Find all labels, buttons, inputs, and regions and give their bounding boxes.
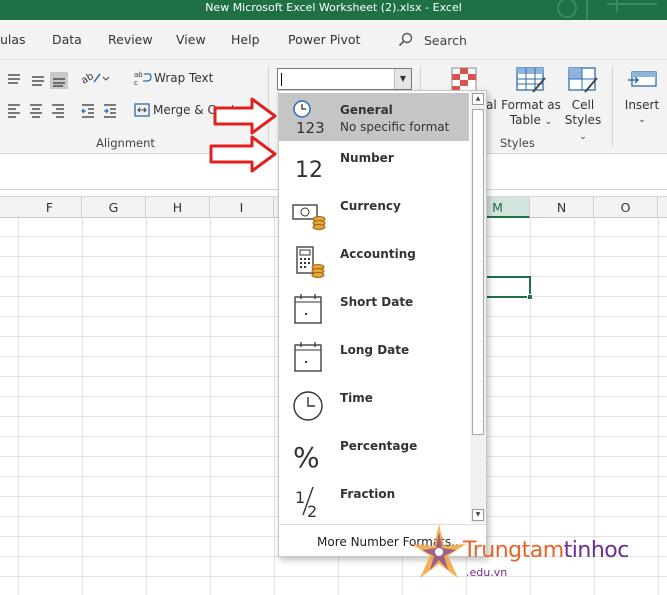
insert-button[interactable]: Insert ⌄ <box>622 66 662 128</box>
format-option-label: Accounting <box>340 247 416 261</box>
format-option-number[interactable]: 12 Number <box>279 141 469 189</box>
format-option-label: Fraction <box>340 487 396 501</box>
alignment-group-label: Alignment <box>96 136 155 150</box>
format-option-short-date[interactable]: Short Date <box>279 285 469 333</box>
calendar-icon <box>294 294 322 324</box>
svg-text:1: 1 <box>295 488 305 507</box>
format-option-label: General <box>340 103 393 117</box>
watermark-brand: Trungtamtinhoc <box>463 538 629 563</box>
format-option-accounting[interactable]: Accounting <box>279 237 469 285</box>
orientation-button[interactable]: ab <box>80 68 110 86</box>
format-option-label: Percentage <box>340 439 418 453</box>
fill-handle[interactable] <box>527 294 533 300</box>
tab-help[interactable]: Help <box>231 32 260 47</box>
scroll-up-icon[interactable]: ▲ <box>472 93 484 105</box>
watermark-brand-a: Trungtam <box>463 538 564 563</box>
scrollbar-thumb[interactable] <box>472 109 484 435</box>
column-header-n[interactable]: N <box>530 197 594 218</box>
red-arrow-icon <box>213 97 277 135</box>
chevron-down-icon: ⌄ <box>579 132 587 142</box>
format-option-label: Long Date <box>340 343 410 357</box>
tab-view[interactable]: View <box>176 32 206 47</box>
general-icon-text: 123 <box>296 119 325 135</box>
format-option-percentage[interactable]: % Percentage <box>279 429 469 477</box>
accounting-icon <box>296 246 325 278</box>
format-option-fraction[interactable]: 1 2 Fraction <box>279 477 469 523</box>
insert-label: Insert <box>624 98 660 112</box>
number-format-dropdown: 123 General No specific format 12 Number… <box>278 90 487 557</box>
tab-data[interactable]: Data <box>52 32 82 47</box>
title-bar: New Microsoft Excel Worksheet (2).xlsx -… <box>0 0 667 20</box>
column-header-o[interactable]: O <box>594 197 658 218</box>
cell-styles-button[interactable]: Cell Styles ⌄ <box>560 66 606 145</box>
wrap-text-button[interactable]: ab c Wrap Text <box>134 70 213 86</box>
number-icon-text: 12 <box>295 158 323 183</box>
column-header-g[interactable]: G <box>82 197 146 218</box>
format-option-label: Number <box>340 151 394 165</box>
red-arrow-icon <box>209 135 277 173</box>
insert-cells-icon <box>628 71 657 87</box>
horizontal-align-buttons[interactable] <box>6 100 118 120</box>
calendar-icon <box>294 342 322 372</box>
svg-text:ab: ab <box>134 71 143 79</box>
clock-123-icon: 123 <box>293 100 325 135</box>
number-format-dropdown-button[interactable]: ▼ <box>394 69 411 89</box>
tell-me-search[interactable]: Search <box>398 32 467 48</box>
format-option-label: Time <box>340 391 373 405</box>
svg-text:2: 2 <box>307 502 317 519</box>
wrap-text-label: Wrap Text <box>154 71 214 85</box>
column-header-f[interactable]: F <box>18 197 82 218</box>
wrap-text-icon: ab c <box>134 71 152 86</box>
text-cursor <box>281 73 282 86</box>
dropdown-scrollbar[interactable]: ▲ ▼ <box>470 91 486 523</box>
format-as-table-label-2: Table <box>509 113 541 127</box>
title-bar-pattern-icon <box>557 0 657 20</box>
styles-group-label: Styles <box>500 136 535 150</box>
percent-icon: % <box>293 441 320 471</box>
cell-styles-icon <box>568 67 598 93</box>
clock-icon <box>293 391 323 421</box>
format-option-time[interactable]: Time <box>279 381 469 429</box>
ribbon-tab-row: ulas Data Review View Help Power Pivot S… <box>0 20 667 60</box>
format-option-general[interactable]: 123 General No specific format <box>279 93 469 141</box>
format-as-table-button[interactable]: Format as Table ⌄ <box>500 66 562 130</box>
number-format-list: 123 General No specific format 12 Number… <box>279 91 469 523</box>
tell-me-label: Search <box>424 32 467 48</box>
svg-text:c: c <box>134 79 138 86</box>
cell-styles-label-1: Cell <box>571 98 595 112</box>
vertical-align-buttons[interactable] <box>6 70 68 90</box>
format-as-table-label-1: Format as <box>501 98 561 112</box>
chevron-down-icon: ⌄ <box>544 117 553 127</box>
fraction-icon: 1 2 <box>295 486 317 519</box>
watermark-brand-b: tinhoc <box>563 538 630 563</box>
svg-text:ab: ab <box>80 71 96 86</box>
tab-power-pivot[interactable]: Power Pivot <box>288 32 360 47</box>
format-option-long-date[interactable]: Long Date <box>279 333 469 381</box>
format-option-currency[interactable]: Currency <box>279 189 469 237</box>
format-as-table-icon <box>516 67 546 93</box>
tab-formulas[interactable]: ulas <box>0 32 26 47</box>
orientation-icon: ab <box>80 71 110 86</box>
column-header-h[interactable]: H <box>146 197 210 218</box>
watermark-domain: .edu.vn <box>466 566 508 579</box>
column-header-i[interactable]: I <box>210 197 274 218</box>
number-12-icon: 12 <box>295 158 323 183</box>
star-logo-icon <box>412 524 466 578</box>
cell-styles-label-2: Styles <box>564 113 602 127</box>
conditional-formatting-label: al <box>486 98 497 112</box>
chevron-down-icon: ⌄ <box>638 115 646 125</box>
format-option-label: Short Date <box>340 295 414 309</box>
currency-icon <box>292 204 326 230</box>
merge-center-icon <box>134 103 150 117</box>
group-separator <box>612 66 613 146</box>
percent-icon-text: % <box>293 441 320 471</box>
search-icon <box>398 32 413 47</box>
format-option-description: No specific format <box>340 120 450 134</box>
tab-review[interactable]: Review <box>108 32 153 47</box>
window-title: New Microsoft Excel Worksheet (2).xlsx -… <box>205 1 462 14</box>
watermark-logo: Trungtamtinhoc .edu.vn <box>408 518 667 595</box>
format-option-label: Currency <box>340 199 401 213</box>
number-format-select[interactable]: ▼ <box>277 68 412 90</box>
